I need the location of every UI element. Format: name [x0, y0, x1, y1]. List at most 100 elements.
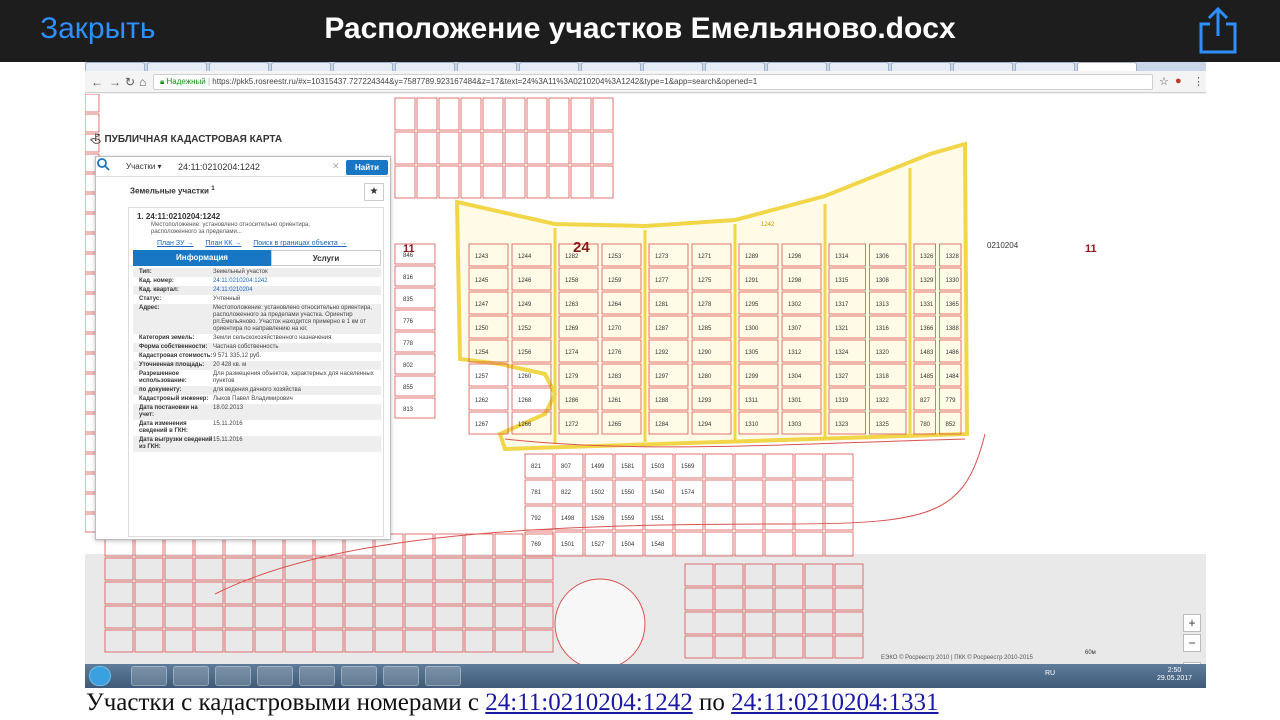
browser-tab[interactable] — [209, 62, 269, 71]
parcel-boundary[interactable] — [794, 479, 824, 505]
parcel-boundary[interactable] — [526, 165, 548, 199]
selected-parcel-outline[interactable] — [454, 141, 970, 452]
parcel-boundary[interactable] — [504, 165, 526, 199]
browser-tab[interactable] — [1015, 62, 1075, 71]
parcel-boundary[interactable] — [824, 453, 854, 479]
parcel-boundary[interactable] — [704, 505, 734, 531]
parcel-boundary[interactable] — [592, 165, 614, 199]
browser-tab-active[interactable] — [1077, 62, 1137, 71]
browser-tab[interactable] — [147, 62, 207, 71]
plan-kk-link[interactable]: План КК → — [205, 240, 241, 247]
parcel-boundary[interactable] — [394, 287, 436, 309]
parcel-boundary[interactable] — [438, 131, 460, 165]
browser-tab[interactable] — [519, 62, 579, 71]
parcel-boundary[interactable] — [734, 531, 764, 557]
browser-tab[interactable] — [705, 62, 765, 71]
taskbar-app-icon[interactable] — [131, 666, 167, 686]
taskbar-app-icon[interactable] — [299, 666, 335, 686]
find-button[interactable]: Найти — [346, 160, 388, 175]
browser-tab[interactable] — [767, 62, 827, 71]
parcel-boundary[interactable] — [394, 309, 436, 331]
parcel-boundary[interactable] — [548, 165, 570, 199]
browser-tab[interactable] — [395, 62, 455, 71]
parcel-boundary[interactable] — [764, 479, 794, 505]
search-in-bounds-link[interactable]: Поиск в границах объекта → — [253, 240, 347, 247]
parcel-boundary[interactable] — [404, 533, 434, 557]
parcel-boundary[interactable] — [394, 131, 416, 165]
forward-icon[interactable]: → — [109, 75, 121, 89]
parcel-boundary[interactable] — [794, 531, 824, 557]
parcel-boundary[interactable] — [85, 94, 100, 113]
plan-zu-link[interactable]: План ЗУ → — [157, 240, 193, 247]
taskbar-app-icon[interactable] — [173, 666, 209, 686]
parcel-boundary[interactable] — [416, 131, 438, 165]
parcel-boundary[interactable] — [570, 97, 592, 131]
browser-tab[interactable] — [829, 62, 889, 71]
parcel-boundary[interactable] — [438, 97, 460, 131]
parcel-boundary[interactable] — [592, 97, 614, 131]
parcel-boundary[interactable] — [460, 131, 482, 165]
tab-info[interactable]: Информация — [133, 250, 271, 266]
parcel-boundary[interactable] — [548, 97, 570, 131]
parcel-boundary[interactable] — [570, 131, 592, 165]
parcel-boundary[interactable] — [794, 453, 824, 479]
taskbar-app-icon[interactable] — [257, 666, 293, 686]
taskbar-app-icon[interactable] — [215, 666, 251, 686]
browser-tab[interactable] — [85, 62, 145, 71]
property-value[interactable]: 24:11:0210204 — [213, 287, 381, 294]
zoom-in-button[interactable]: + — [1183, 614, 1201, 632]
start-button[interactable] — [89, 666, 111, 686]
home-icon[interactable]: ⌂ — [139, 75, 146, 89]
search-input[interactable] — [178, 160, 336, 174]
favorite-star-icon[interactable]: ★ — [364, 183, 384, 201]
browser-tab[interactable] — [333, 62, 393, 71]
parcel-boundary[interactable] — [416, 97, 438, 131]
parcel-boundary[interactable] — [438, 165, 460, 199]
parcel-boundary[interactable] — [824, 531, 854, 557]
parcel-boundary[interactable] — [394, 265, 436, 287]
parcel-boundary[interactable] — [764, 505, 794, 531]
parcel-boundary[interactable] — [734, 505, 764, 531]
parcel-boundary[interactable] — [504, 97, 526, 131]
parcel-boundary[interactable] — [764, 531, 794, 557]
parcel-boundary[interactable] — [416, 165, 438, 199]
category-select[interactable]: Участки ▾ — [126, 162, 162, 171]
parcel-boundary[interactable] — [764, 453, 794, 479]
bookmark-star-icon[interactable]: ☆ — [1159, 75, 1169, 88]
parcel-boundary[interactable] — [460, 165, 482, 199]
parcel-boundary[interactable] — [394, 397, 436, 419]
zoom-out-button[interactable]: − — [1183, 634, 1201, 652]
parcel-boundary[interactable] — [824, 479, 854, 505]
cadastral-link-from[interactable]: 24:11:0210204:1242 — [485, 689, 692, 716]
cadastral-link-to[interactable]: 24:11:0210204:1331 — [731, 689, 938, 716]
clear-icon[interactable]: ✕ — [332, 161, 340, 172]
parcel-boundary[interactable] — [394, 165, 416, 199]
browser-tab[interactable] — [953, 62, 1013, 71]
parcel-boundary[interactable] — [460, 97, 482, 131]
parcel-boundary[interactable] — [394, 331, 436, 353]
parcel-boundary[interactable] — [704, 453, 734, 479]
parcel-boundary[interactable] — [570, 165, 592, 199]
parcel-boundary[interactable] — [592, 131, 614, 165]
taskbar-app-icon[interactable] — [341, 666, 377, 686]
parcel-boundary[interactable] — [394, 243, 436, 265]
parcel-boundary[interactable] — [734, 479, 764, 505]
browser-tab[interactable] — [457, 62, 517, 71]
parcel-boundary[interactable] — [494, 533, 524, 557]
tab-services[interactable]: Услуги — [271, 250, 381, 266]
parcel-boundary[interactable] — [482, 165, 504, 199]
parcel-boundary[interactable] — [674, 531, 704, 557]
parcel-boundary[interactable] — [704, 531, 734, 557]
menu-dots-icon[interactable]: ⋮ — [1193, 75, 1204, 88]
parcel-boundary[interactable] — [464, 533, 494, 557]
back-icon[interactable]: ← — [91, 75, 103, 89]
parcel-boundary[interactable] — [674, 505, 704, 531]
parcel-boundary[interactable] — [434, 533, 464, 557]
parcel-boundary[interactable] — [85, 113, 100, 133]
browser-tab[interactable] — [271, 62, 331, 71]
search-icon[interactable] — [96, 157, 110, 171]
browser-tab[interactable] — [891, 62, 951, 71]
parcel-boundary[interactable] — [482, 131, 504, 165]
parcel-boundary[interactable] — [526, 97, 548, 131]
parcel-boundary[interactable] — [482, 97, 504, 131]
